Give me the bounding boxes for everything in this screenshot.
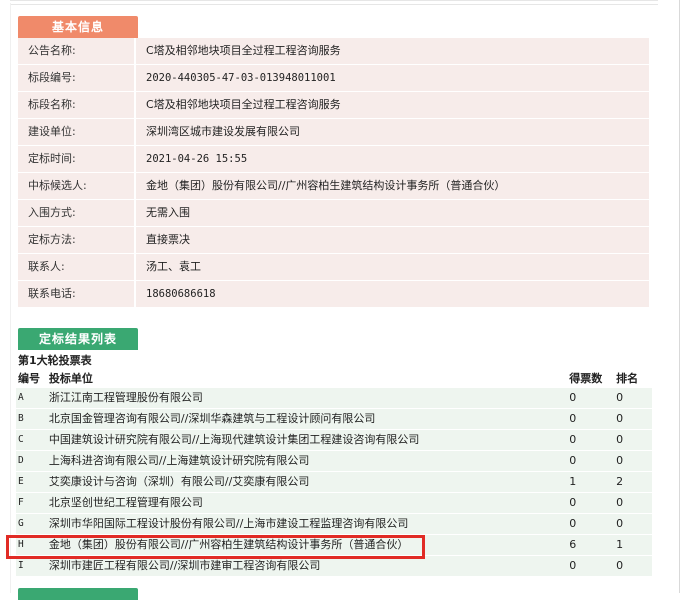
row-unit: 北京国金管理咨询有限公司//深圳华森建筑与工程设计顾问有限公司 — [48, 412, 376, 425]
winner-highlight-box — [6, 535, 425, 559]
row-rank: 0 — [616, 454, 624, 467]
info-row-decision-method: 定标方法: 直接票决 — [18, 227, 649, 253]
basic-info-tab[interactable]: 基本信息 — [18, 16, 138, 38]
table-row: G 深圳市华阳国际工程设计股份有限公司//上海市建设工程监理咨询有限公司 0 0 — [16, 514, 652, 534]
row-rank: 0 — [616, 559, 624, 572]
row-unit: 深圳市华阳国际工程设计股份有限公司//上海市建设工程监理咨询有限公司 — [48, 517, 409, 530]
row-no: C — [18, 434, 24, 445]
row-votes: 0 — [569, 454, 577, 467]
header-no: 编号 — [18, 372, 40, 385]
info-label: 入围方式: — [18, 200, 134, 226]
info-row-section-name: 标段名称: C塔及相邻地块项目全过程工程咨询服务 — [18, 92, 649, 118]
table-row: D 上海科进咨询有限公司//上海建筑设计研究院有限公司 0 0 — [16, 451, 652, 471]
row-rank: 1 — [616, 538, 624, 551]
row-votes: 1 — [569, 475, 577, 488]
header-unit: 投标单位 — [48, 372, 93, 385]
header-votes: 得票数 — [569, 372, 603, 385]
table-row: B 北京国金管理咨询有限公司//深圳华森建筑与工程设计顾问有限公司 0 0 — [16, 409, 652, 429]
row-votes: 0 — [569, 433, 577, 446]
info-label: 建设单位: — [18, 119, 134, 145]
top-divider — [10, 0, 658, 5]
table-row: I 深圳市建匠工程有限公司//深圳市建审工程咨询有限公司 0 0 — [16, 556, 652, 576]
header-rank: 排名 — [616, 372, 639, 385]
info-value: 18680686618 — [136, 281, 649, 307]
info-label: 标段编号: — [18, 65, 134, 91]
row-votes: 0 — [569, 391, 577, 404]
info-row-decision-time: 定标时间: 2021-04-26 15:55 — [18, 146, 649, 172]
row-votes: 0 — [569, 412, 577, 425]
basic-info-table: 公告名称: C塔及相邻地块项目全过程工程咨询服务 标段编号: 2020-4403… — [18, 38, 649, 308]
row-votes: 0 — [569, 559, 577, 572]
info-label: 联系电话: — [18, 281, 134, 307]
row-no: G — [18, 518, 24, 529]
table-row: F 北京坚创世纪工程管理有限公司 0 0 — [16, 493, 652, 513]
info-row-winning-candidate: 中标候选人: 金地（集团）股份有限公司//广州容柏生建筑结构设计事务所（普通合伙… — [18, 173, 649, 199]
info-label: 定标时间: — [18, 146, 134, 172]
row-no: A — [18, 392, 24, 403]
info-value: 无需入围 — [136, 200, 649, 226]
info-label: 标段名称: — [18, 92, 134, 118]
row-rank: 0 — [616, 517, 624, 530]
info-row-section-code: 标段编号: 2020-440305-47-03-013948011001 — [18, 65, 649, 91]
info-row-phone: 联系电话: 18680686618 — [18, 281, 649, 307]
row-votes: 0 — [569, 517, 577, 530]
left-border — [10, 3, 11, 593]
info-label: 公告名称: — [18, 38, 134, 64]
info-value: 2021-04-26 15:55 — [136, 146, 649, 172]
row-rank: 0 — [616, 433, 624, 446]
info-label: 定标方法: — [18, 227, 134, 253]
table-row: A 浙江江南工程管理股份有限公司 0 0 — [16, 388, 652, 408]
info-value: 2020-440305-47-03-013948011001 — [136, 65, 649, 91]
info-row-notice-name: 公告名称: C塔及相邻地块项目全过程工程咨询服务 — [18, 38, 649, 64]
row-rank: 0 — [616, 391, 624, 404]
info-value: C塔及相邻地块项目全过程工程咨询服务 — [136, 92, 649, 118]
info-row-contact: 联系人: 汤工、袁工 — [18, 254, 649, 280]
row-votes: 0 — [569, 496, 577, 509]
table-row: C 中国建筑设计研究院有限公司//上海现代建筑设计集团工程建设咨询有限公司 0 … — [16, 430, 652, 450]
row-unit: 中国建筑设计研究院有限公司//上海现代建筑设计集团工程建设咨询有限公司 — [48, 433, 420, 446]
row-no: E — [18, 476, 24, 487]
row-no: F — [18, 497, 24, 508]
right-border — [679, 0, 680, 593]
row-no: D — [18, 455, 24, 466]
row-no: B — [18, 413, 24, 424]
row-no: I — [18, 560, 24, 571]
row-votes: 6 — [569, 538, 577, 551]
info-row-owner: 建设单位: 深圳湾区城市建设发展有限公司 — [18, 119, 649, 145]
row-rank: 2 — [616, 475, 624, 488]
table-row: E 艾奕康设计与咨询（深圳）有限公司//艾奕康有限公司 1 2 — [16, 472, 652, 492]
row-unit: 艾奕康设计与咨询（深圳）有限公司//艾奕康有限公司 — [48, 475, 310, 488]
next-section-tab[interactable] — [18, 588, 138, 600]
row-unit: 上海科进咨询有限公司//上海建筑设计研究院有限公司 — [48, 454, 310, 467]
row-rank: 0 — [616, 496, 624, 509]
table-header: 编号 投标单位 得票数 排名 — [16, 370, 652, 388]
row-unit: 北京坚创世纪工程管理有限公司 — [48, 496, 203, 509]
info-label: 中标候选人: — [18, 173, 134, 199]
info-value: 直接票决 — [136, 227, 649, 253]
row-rank: 0 — [616, 412, 624, 425]
info-label: 联系人: — [18, 254, 134, 280]
round-title: 第1大轮投票表 — [18, 354, 92, 367]
info-row-shortlist-method: 入围方式: 无需入围 — [18, 200, 649, 226]
info-value: 深圳湾区城市建设发展有限公司 — [136, 119, 649, 145]
info-value: C塔及相邻地块项目全过程工程咨询服务 — [136, 38, 649, 64]
row-unit: 深圳市建匠工程有限公司//深圳市建审工程咨询有限公司 — [48, 559, 321, 572]
info-value: 金地（集团）股份有限公司//广州容柏生建筑结构设计事务所（普通合伙） — [136, 173, 649, 199]
row-unit: 浙江江南工程管理股份有限公司 — [48, 391, 203, 404]
info-value: 汤工、袁工 — [136, 254, 649, 280]
results-list-tab[interactable]: 定标结果列表 — [18, 328, 138, 350]
